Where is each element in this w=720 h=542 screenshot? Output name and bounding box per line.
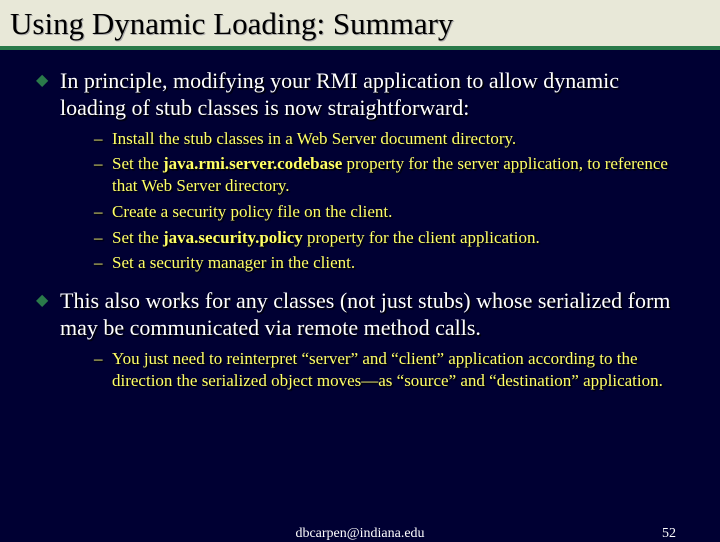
sub-1-3: Create a security policy file on the cli… — [94, 201, 688, 223]
bullet-2-text: This also works for any classes (not jus… — [60, 288, 670, 340]
sub-1-4: Set the java.security.policy property fo… — [94, 227, 688, 249]
slide-title: Using Dynamic Loading: Summary — [0, 0, 720, 46]
bullet-1-text: In principle, modifying your RMI applica… — [60, 68, 619, 120]
sub-1-4-b: java.security.policy — [163, 228, 303, 247]
sub-1-4-a: Set the — [112, 228, 163, 247]
sub-1-2: Set the java.rmi.server.codebase propert… — [94, 153, 688, 197]
slide: Using Dynamic Loading: Summary In princi… — [0, 0, 720, 391]
sub-1-5: Set a security manager in the client. — [94, 252, 688, 274]
bullet-1: In principle, modifying your RMI applica… — [32, 68, 688, 274]
bullet-1-sublist: Install the stub classes in a Web Server… — [94, 128, 688, 275]
title-rule — [0, 46, 720, 50]
sub-1-2-b: java.rmi.server.codebase — [163, 154, 342, 173]
sub-1-1: Install the stub classes in a Web Server… — [94, 128, 688, 150]
sub-1-4-c: property for the client application. — [303, 228, 540, 247]
bullet-2-sublist: You just need to reinterpret “server” an… — [94, 348, 688, 392]
sub-2-1: You just need to reinterpret “server” an… — [94, 348, 688, 392]
bullet-list: In principle, modifying your RMI applica… — [32, 68, 688, 391]
sub-1-2-a: Set the — [112, 154, 163, 173]
bullet-2: This also works for any classes (not jus… — [32, 288, 688, 391]
